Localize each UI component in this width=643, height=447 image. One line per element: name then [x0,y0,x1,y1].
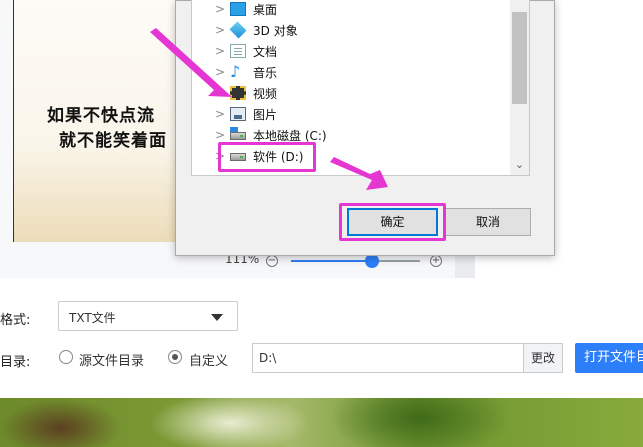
tree-item-label: 3D 对象 [253,24,298,38]
3d-objects-icon [229,21,247,39]
zoom-in-icon[interactable]: + [430,255,442,267]
output-format-value: TXT文件 [69,311,116,325]
tree-item-desktop[interactable]: > 桌面 [215,0,505,20]
tree-item-label: 视频 [253,87,278,101]
cancel-button[interactable]: 取消 [445,208,531,236]
zoom-out-icon[interactable]: − [266,255,278,267]
chevron-right-icon[interactable]: > [215,86,225,100]
radio-source-dir[interactable] [59,350,73,364]
tree-item-label: 桌面 [253,3,278,17]
videos-icon [230,86,246,100]
highlight-box-disk-d [218,142,316,172]
output-settings-panel [0,278,643,398]
chevron-right-icon[interactable]: > [215,107,225,121]
pictures-icon [230,107,246,121]
change-path-button[interactable]: 更改 [523,343,563,373]
output-format-select[interactable]: TXT文件 [58,301,238,331]
desktop-icon [230,2,246,16]
zoom-slider-fill [291,260,373,262]
tree-item-music[interactable]: > ♪ 音乐 [215,63,505,83]
tree-item-videos[interactable]: > 视频 [215,84,505,104]
highlight-box-ok [339,203,446,241]
local-disk-icon [230,127,246,140]
output-path-value: D:\ [259,351,277,365]
tree-scrollbar-thumb[interactable] [512,12,527,104]
background-photo [0,398,643,447]
documents-icon [230,44,246,58]
chevron-right-icon[interactable]: > [215,65,225,79]
chevron-right-icon[interactable]: > [215,128,225,142]
tree-item-label: 图片 [253,108,278,122]
tree-item-label: 文档 [253,45,278,59]
preview-text: 如果不快点流 就不能笑着面 [47,104,167,154]
chevron-right-icon[interactable]: > [215,44,225,58]
chevron-right-icon[interactable]: > [215,2,225,16]
open-folder-button[interactable]: 打开文件目 [575,343,643,373]
chevron-right-icon[interactable]: > [215,23,225,37]
tree-item-3d-objects[interactable]: > 3D 对象 [215,21,505,41]
preview-line-2: 就不能笑着面 [59,131,167,151]
tree-item-label: 音乐 [253,66,278,80]
tree-item-pictures[interactable]: > 图片 [215,105,505,125]
tree-item-documents[interactable]: > 文档 [215,42,505,62]
output-path-input[interactable]: D:\ [252,343,524,373]
preview-line-1: 如果不快点流 [47,106,155,126]
music-icon: ♪ [230,62,241,81]
radio-source-dir-label[interactable]: 源文件目录 [79,350,144,369]
radio-custom-dir[interactable] [168,350,182,364]
chevron-down-icon [211,314,223,321]
output-format-label: 格式: [0,313,31,328]
radio-custom-dir-label[interactable]: 自定义 [189,350,228,369]
output-dir-label: 目录: [0,355,31,370]
scroll-down-icon[interactable]: ⌄ [512,158,527,172]
